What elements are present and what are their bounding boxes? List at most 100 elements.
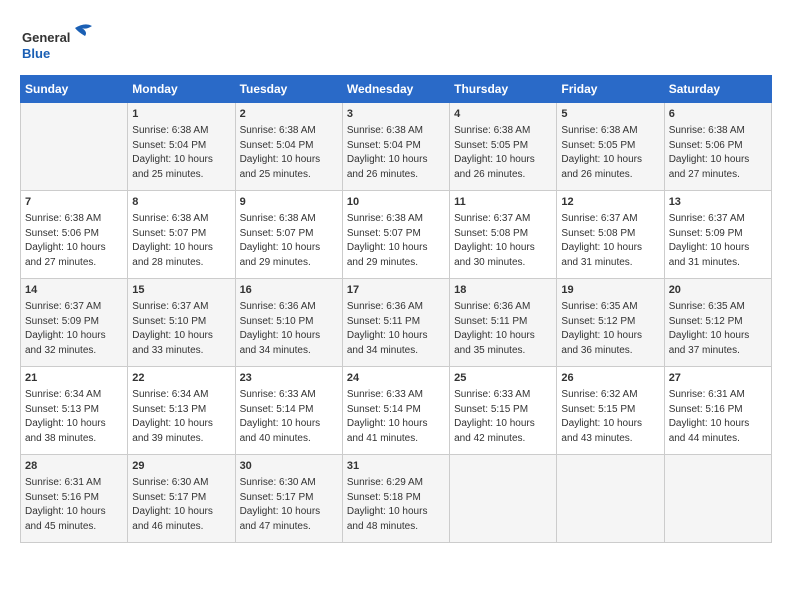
day-details: Sunrise: 6:36 AMSunset: 5:11 PMDaylight:… (454, 300, 552, 358)
calendar-cell: 9 Sunrise: 6:38 AMSunset: 5:07 PMDaylight… (235, 191, 342, 279)
day-number: 30 (240, 459, 338, 474)
weekday-header: Wednesday (342, 76, 449, 103)
calendar-cell (450, 455, 557, 543)
weekday-header: Thursday (450, 76, 557, 103)
svg-text:Blue: Blue (22, 46, 50, 61)
day-number: 17 (347, 283, 445, 298)
weekday-header: Tuesday (235, 76, 342, 103)
calendar-cell: 4 Sunrise: 6:38 AMSunset: 5:05 PMDaylight… (450, 103, 557, 191)
day-number: 28 (25, 459, 123, 474)
day-number: 6 (669, 107, 767, 122)
calendar-week-row: 21 Sunrise: 6:34 AMSunset: 5:13 PMDayligh… (21, 367, 772, 455)
calendar-cell (21, 103, 128, 191)
day-number: 5 (561, 107, 659, 122)
day-number: 7 (25, 195, 123, 210)
day-number: 9 (240, 195, 338, 210)
day-details: Sunrise: 6:32 AMSunset: 5:15 PMDaylight:… (561, 388, 659, 446)
day-number: 11 (454, 195, 552, 210)
day-details: Sunrise: 6:37 AMSunset: 5:08 PMDaylight:… (454, 212, 552, 270)
day-details: Sunrise: 6:34 AMSunset: 5:13 PMDaylight:… (25, 388, 123, 446)
day-details: Sunrise: 6:37 AMSunset: 5:10 PMDaylight:… (132, 300, 230, 358)
day-number: 26 (561, 371, 659, 386)
calendar-cell: 26 Sunrise: 6:32 AMSunset: 5:15 PMDayligh… (557, 367, 664, 455)
day-number: 8 (132, 195, 230, 210)
calendar-cell: 7Sunrise: 6:38 AMSunset: 5:06 PMDaylight… (21, 191, 128, 279)
weekday-header: Friday (557, 76, 664, 103)
logo: General Blue (20, 20, 110, 65)
day-details: Sunrise: 6:35 AMSunset: 5:12 PMDaylight:… (669, 300, 767, 358)
calendar-cell: 11 Sunrise: 6:37 AMSunset: 5:08 PMDayligh… (450, 191, 557, 279)
calendar-cell: 10 Sunrise: 6:38 AMSunset: 5:07 PMDayligh… (342, 191, 449, 279)
day-details: Sunrise: 6:36 AMSunset: 5:10 PMDaylight:… (240, 300, 338, 358)
day-number: 14 (25, 283, 123, 298)
calendar-cell: 2 Sunrise: 6:38 AMSunset: 5:04 PMDaylight… (235, 103, 342, 191)
day-details: Sunrise: 6:33 AMSunset: 5:14 PMDaylight:… (240, 388, 338, 446)
calendar-cell: 8 Sunrise: 6:38 AMSunset: 5:07 PMDaylight… (128, 191, 235, 279)
day-details: Sunrise: 6:30 AMSunset: 5:17 PMDaylight:… (132, 476, 230, 534)
calendar-cell: 17Sunrise: 6:36 AMSunset: 5:11 PMDayligh… (342, 279, 449, 367)
day-number: 4 (454, 107, 552, 122)
calendar-cell: 15Sunrise: 6:37 AMSunset: 5:10 PMDayligh… (128, 279, 235, 367)
calendar-cell: 3 Sunrise: 6:38 AMSunset: 5:04 PMDaylight… (342, 103, 449, 191)
day-details: Sunrise: 6:38 AMSunset: 5:07 PMDaylight:… (132, 212, 230, 270)
day-number: 19 (561, 283, 659, 298)
calendar-cell: 23 Sunrise: 6:33 AMSunset: 5:14 PMDayligh… (235, 367, 342, 455)
day-number: 12 (561, 195, 659, 210)
calendar-cell: 22 Sunrise: 6:34 AMSunset: 5:13 PMDayligh… (128, 367, 235, 455)
day-number: 23 (240, 371, 338, 386)
day-number: 20 (669, 283, 767, 298)
page-header: General Blue (20, 20, 772, 65)
day-number: 21 (25, 371, 123, 386)
weekday-header: Sunday (21, 76, 128, 103)
day-details: Sunrise: 6:37 AMSunset: 5:08 PMDaylight:… (561, 212, 659, 270)
day-number: 25 (454, 371, 552, 386)
day-details: Sunrise: 6:38 AMSunset: 5:04 PMDaylight:… (240, 124, 338, 182)
day-details: Sunrise: 6:38 AMSunset: 5:05 PMDaylight:… (454, 124, 552, 182)
day-number: 13 (669, 195, 767, 210)
day-number: 16 (240, 283, 338, 298)
day-number: 22 (132, 371, 230, 386)
calendar-cell: 20 Sunrise: 6:35 AMSunset: 5:12 PMDayligh… (664, 279, 771, 367)
day-details: Sunrise: 6:38 AMSunset: 5:07 PMDaylight:… (240, 212, 338, 270)
day-details: Sunrise: 6:31 AMSunset: 5:16 PMDaylight:… (25, 476, 123, 534)
calendar-cell: 13 Sunrise: 6:37 AMSunset: 5:09 PMDayligh… (664, 191, 771, 279)
weekday-header: Saturday (664, 76, 771, 103)
day-details: Sunrise: 6:33 AMSunset: 5:15 PMDaylight:… (454, 388, 552, 446)
calendar-week-row: 7Sunrise: 6:38 AMSunset: 5:06 PMDaylight… (21, 191, 772, 279)
calendar-cell: 18 Sunrise: 6:36 AMSunset: 5:11 PMDayligh… (450, 279, 557, 367)
day-number: 10 (347, 195, 445, 210)
header-row: SundayMondayTuesdayWednesdayThursdayFrid… (21, 76, 772, 103)
day-details: Sunrise: 6:35 AMSunset: 5:12 PMDaylight:… (561, 300, 659, 358)
calendar-cell: 30Sunrise: 6:30 AMSunset: 5:17 PMDayligh… (235, 455, 342, 543)
calendar-cell: 6 Sunrise: 6:38 AMSunset: 5:06 PMDaylight… (664, 103, 771, 191)
calendar-week-row: 14Sunrise: 6:37 AMSunset: 5:09 PMDayligh… (21, 279, 772, 367)
day-details: Sunrise: 6:38 AMSunset: 5:06 PMDaylight:… (669, 124, 767, 182)
calendar-week-row: 1Sunrise: 6:38 AMSunset: 5:04 PMDaylight… (21, 103, 772, 191)
calendar-cell: 21 Sunrise: 6:34 AMSunset: 5:13 PMDayligh… (21, 367, 128, 455)
day-number: 18 (454, 283, 552, 298)
logo-icon: General Blue (20, 20, 110, 65)
calendar-cell: 28 Sunrise: 6:31 AMSunset: 5:16 PMDayligh… (21, 455, 128, 543)
day-details: Sunrise: 6:31 AMSunset: 5:16 PMDaylight:… (669, 388, 767, 446)
day-number: 29 (132, 459, 230, 474)
calendar-cell: 31Sunrise: 6:29 AMSunset: 5:18 PMDayligh… (342, 455, 449, 543)
day-details: Sunrise: 6:38 AMSunset: 5:04 PMDaylight:… (347, 124, 445, 182)
calendar-cell: 1Sunrise: 6:38 AMSunset: 5:04 PMDaylight… (128, 103, 235, 191)
calendar-cell: 25 Sunrise: 6:33 AMSunset: 5:15 PMDayligh… (450, 367, 557, 455)
calendar-cell: 12 Sunrise: 6:37 AMSunset: 5:08 PMDayligh… (557, 191, 664, 279)
calendar-table: SundayMondayTuesdayWednesdayThursdayFrid… (20, 75, 772, 543)
day-number: 2 (240, 107, 338, 122)
weekday-header: Monday (128, 76, 235, 103)
calendar-cell: 27Sunrise: 6:31 AMSunset: 5:16 PMDayligh… (664, 367, 771, 455)
day-details: Sunrise: 6:34 AMSunset: 5:13 PMDaylight:… (132, 388, 230, 446)
calendar-week-row: 28 Sunrise: 6:31 AMSunset: 5:16 PMDayligh… (21, 455, 772, 543)
calendar-cell: 24Sunrise: 6:33 AMSunset: 5:14 PMDayligh… (342, 367, 449, 455)
day-number: 3 (347, 107, 445, 122)
calendar-cell (664, 455, 771, 543)
day-details: Sunrise: 6:38 AMSunset: 5:05 PMDaylight:… (561, 124, 659, 182)
day-details: Sunrise: 6:37 AMSunset: 5:09 PMDaylight:… (669, 212, 767, 270)
day-details: Sunrise: 6:38 AMSunset: 5:07 PMDaylight:… (347, 212, 445, 270)
calendar-cell: 19 Sunrise: 6:35 AMSunset: 5:12 PMDayligh… (557, 279, 664, 367)
calendar-cell: 5 Sunrise: 6:38 AMSunset: 5:05 PMDaylight… (557, 103, 664, 191)
calendar-cell: 29 Sunrise: 6:30 AMSunset: 5:17 PMDayligh… (128, 455, 235, 543)
